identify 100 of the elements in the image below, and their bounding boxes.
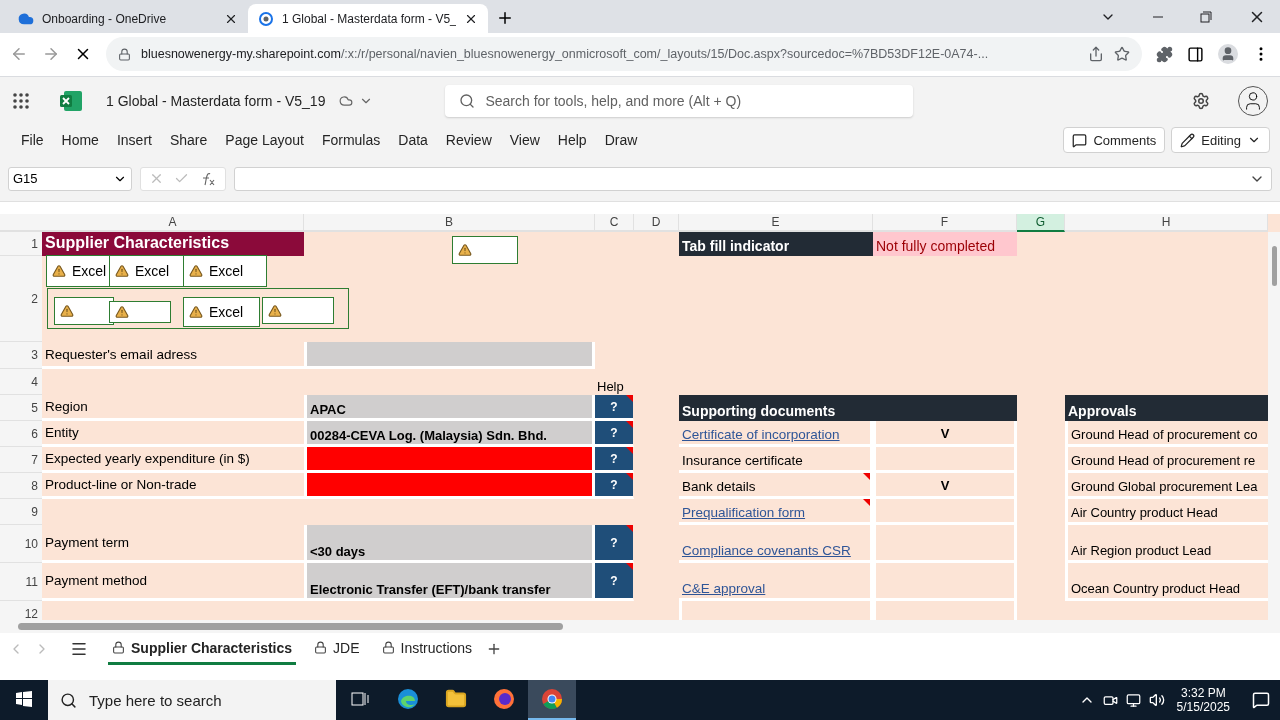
field-value[interactable] xyxy=(304,342,595,370)
column-header[interactable]: E xyxy=(679,214,873,233)
horizontal-scrollbar[interactable] xyxy=(0,620,1280,634)
star-icon[interactable] xyxy=(1114,46,1130,63)
menu-item[interactable]: Home xyxy=(52,132,108,149)
field-value[interactable] xyxy=(304,447,595,474)
restore-icon[interactable] xyxy=(1200,10,1212,23)
address-bar[interactable]: bluesnowenergy-my.sharepoint.com/:x:/r/personal/navien_bluesnowenergy_onmicrosoft_com/_layouts/15/Doc.aspx?sourcedoc=%7BD53DF12E-0A74-... xyxy=(106,37,1142,72)
clock[interactable]: 3:32 PM 5/15/2025 xyxy=(1176,686,1230,714)
column-header[interactable]: G xyxy=(1017,214,1065,233)
approver-role: Ground Head of procurement co xyxy=(1065,421,1268,448)
time-text: 3:32 PM xyxy=(1180,686,1226,700)
document-link[interactable]: Prequalification form xyxy=(682,505,806,521)
row-number[interactable]: 10 xyxy=(0,525,42,564)
menu-item[interactable]: Data xyxy=(389,132,437,149)
column-header[interactable]: H xyxy=(1065,214,1268,233)
menu-item[interactable]: File xyxy=(12,132,53,149)
document-link[interactable]: C&E approval xyxy=(682,581,766,597)
menu-item[interactable]: Share xyxy=(160,132,217,149)
row-number[interactable]: 8 xyxy=(0,473,42,500)
new-tab-icon[interactable] xyxy=(496,9,514,27)
editing-button[interactable]: Editing xyxy=(1171,127,1270,154)
side-panel-icon[interactable] xyxy=(1187,45,1204,63)
help-button[interactable]: ? xyxy=(595,447,634,474)
help-button[interactable]: ? xyxy=(595,395,634,422)
column-header[interactable]: B xyxy=(304,214,595,233)
help-button[interactable]: ? xyxy=(595,473,634,500)
cloud-icon xyxy=(339,93,354,108)
search-field[interactable]: Search for tools, help, and more (Alt + Q) xyxy=(445,84,914,117)
field-label: Region xyxy=(42,395,304,422)
browser-taskbar-button[interactable] xyxy=(528,680,576,720)
profile-icon[interactable] xyxy=(1218,44,1238,65)
sheet-tab[interactable]: Supplier Characteristics xyxy=(108,633,297,666)
approver-role: Air Region product Lead xyxy=(1065,525,1268,564)
notifications-icon[interactable] xyxy=(1252,691,1270,709)
extensions-icon[interactable] xyxy=(1156,45,1173,63)
row-number[interactable]: 9 xyxy=(0,499,42,526)
row-number[interactable]: 2 xyxy=(0,256,42,343)
warning-icon xyxy=(115,305,129,320)
browser-tab[interactable]: 1 Global - Masterdata form - V5_ xyxy=(248,4,488,33)
settings-icon[interactable] xyxy=(1192,91,1210,110)
sheet-title: Supplier Characteristics xyxy=(42,232,304,257)
document-link[interactable]: Certificate of incorporation xyxy=(682,427,840,443)
column-header[interactable]: A xyxy=(42,214,304,233)
field-value[interactable]: APAC xyxy=(304,395,595,422)
row-number[interactable]: 7 xyxy=(0,447,42,474)
comments-button[interactable]: Comments xyxy=(1063,127,1166,154)
menu-item[interactable]: View xyxy=(500,132,549,149)
menu-item[interactable]: Formulas xyxy=(312,132,390,149)
help-button[interactable]: ? xyxy=(595,525,634,564)
share-icon[interactable] xyxy=(1088,46,1104,63)
name-box[interactable]: G15 xyxy=(8,166,132,191)
network-icon[interactable] xyxy=(1125,692,1141,708)
document-name: Insurance certificate xyxy=(682,453,803,469)
search-icon xyxy=(60,691,77,709)
row-number[interactable]: 12 xyxy=(0,601,42,621)
approver-role: Ground Head of procurement re xyxy=(1065,447,1268,474)
section-heading: Supporting documents xyxy=(679,395,1017,422)
excel-logo xyxy=(60,90,82,111)
column-header[interactable]: C xyxy=(595,214,634,233)
field-label: Entity xyxy=(42,421,304,448)
help-button[interactable]: ? xyxy=(595,421,634,448)
warning-icon xyxy=(268,303,282,318)
document-link[interactable]: Compliance covenants CSR xyxy=(682,543,851,559)
vertical-scrollbar[interactable] xyxy=(1268,232,1280,621)
row-number[interactable]: 3 xyxy=(0,342,42,370)
row-number[interactable]: 1 xyxy=(0,232,42,257)
menu-item[interactable]: Insert xyxy=(107,132,161,149)
document-title[interactable]: 1 Global - Masterdata form - V5_19 xyxy=(106,92,326,109)
column-header[interactable]: F xyxy=(873,214,1017,233)
menu-item[interactable]: Help xyxy=(548,132,596,149)
menu-item[interactable]: Review xyxy=(436,132,501,149)
pencil-icon xyxy=(1180,133,1196,148)
table-cell: V xyxy=(873,421,1017,448)
browser-icon xyxy=(541,688,563,710)
menu-item[interactable]: Page Layout xyxy=(216,132,313,149)
help-button[interactable]: ? xyxy=(595,563,634,602)
sheet-tab[interactable]: Instructions xyxy=(377,633,477,666)
field-value[interactable] xyxy=(304,473,595,500)
row-number[interactable]: 11 xyxy=(0,563,42,602)
folder-icon xyxy=(445,688,467,710)
browser-icon xyxy=(493,688,515,710)
field-value[interactable]: Electronic Transfer (EFT)/bank transfer xyxy=(304,563,595,602)
row-number[interactable]: 4 xyxy=(0,369,42,396)
app-launcher-icon[interactable] xyxy=(12,91,30,110)
volume-icon[interactable] xyxy=(1148,692,1165,708)
formula-input[interactable] xyxy=(234,166,1272,191)
approver-role: Air Country product Head xyxy=(1065,499,1268,526)
row-number[interactable]: 5 xyxy=(0,395,42,422)
column-header[interactable]: D xyxy=(634,214,679,233)
field-value[interactable]: <30 days xyxy=(304,525,595,564)
date-text: 5/15/2025 xyxy=(1176,700,1230,714)
section-heading: Approvals xyxy=(1065,395,1268,422)
taskbar-search[interactable]: Type here to search xyxy=(48,680,336,720)
field-value[interactable]: 00284-CEVA Log. (Malaysia) Sdn. Bhd. xyxy=(304,421,595,448)
sheet-tab[interactable]: JDE xyxy=(310,633,364,666)
row-number[interactable]: 6 xyxy=(0,421,42,448)
browser-tab[interactable]: Onboarding - OneDrive xyxy=(8,4,248,33)
menu-item[interactable]: Draw xyxy=(595,132,647,149)
url-text: bluesnowenergy-my.sharepoint.com/:x:/r/personal/navien_bluesnowenergy_onmicrosoft_com/_layouts/15/Doc.aspx?sourcedoc=%7BD53DF12E-0A74-... xyxy=(141,47,990,62)
